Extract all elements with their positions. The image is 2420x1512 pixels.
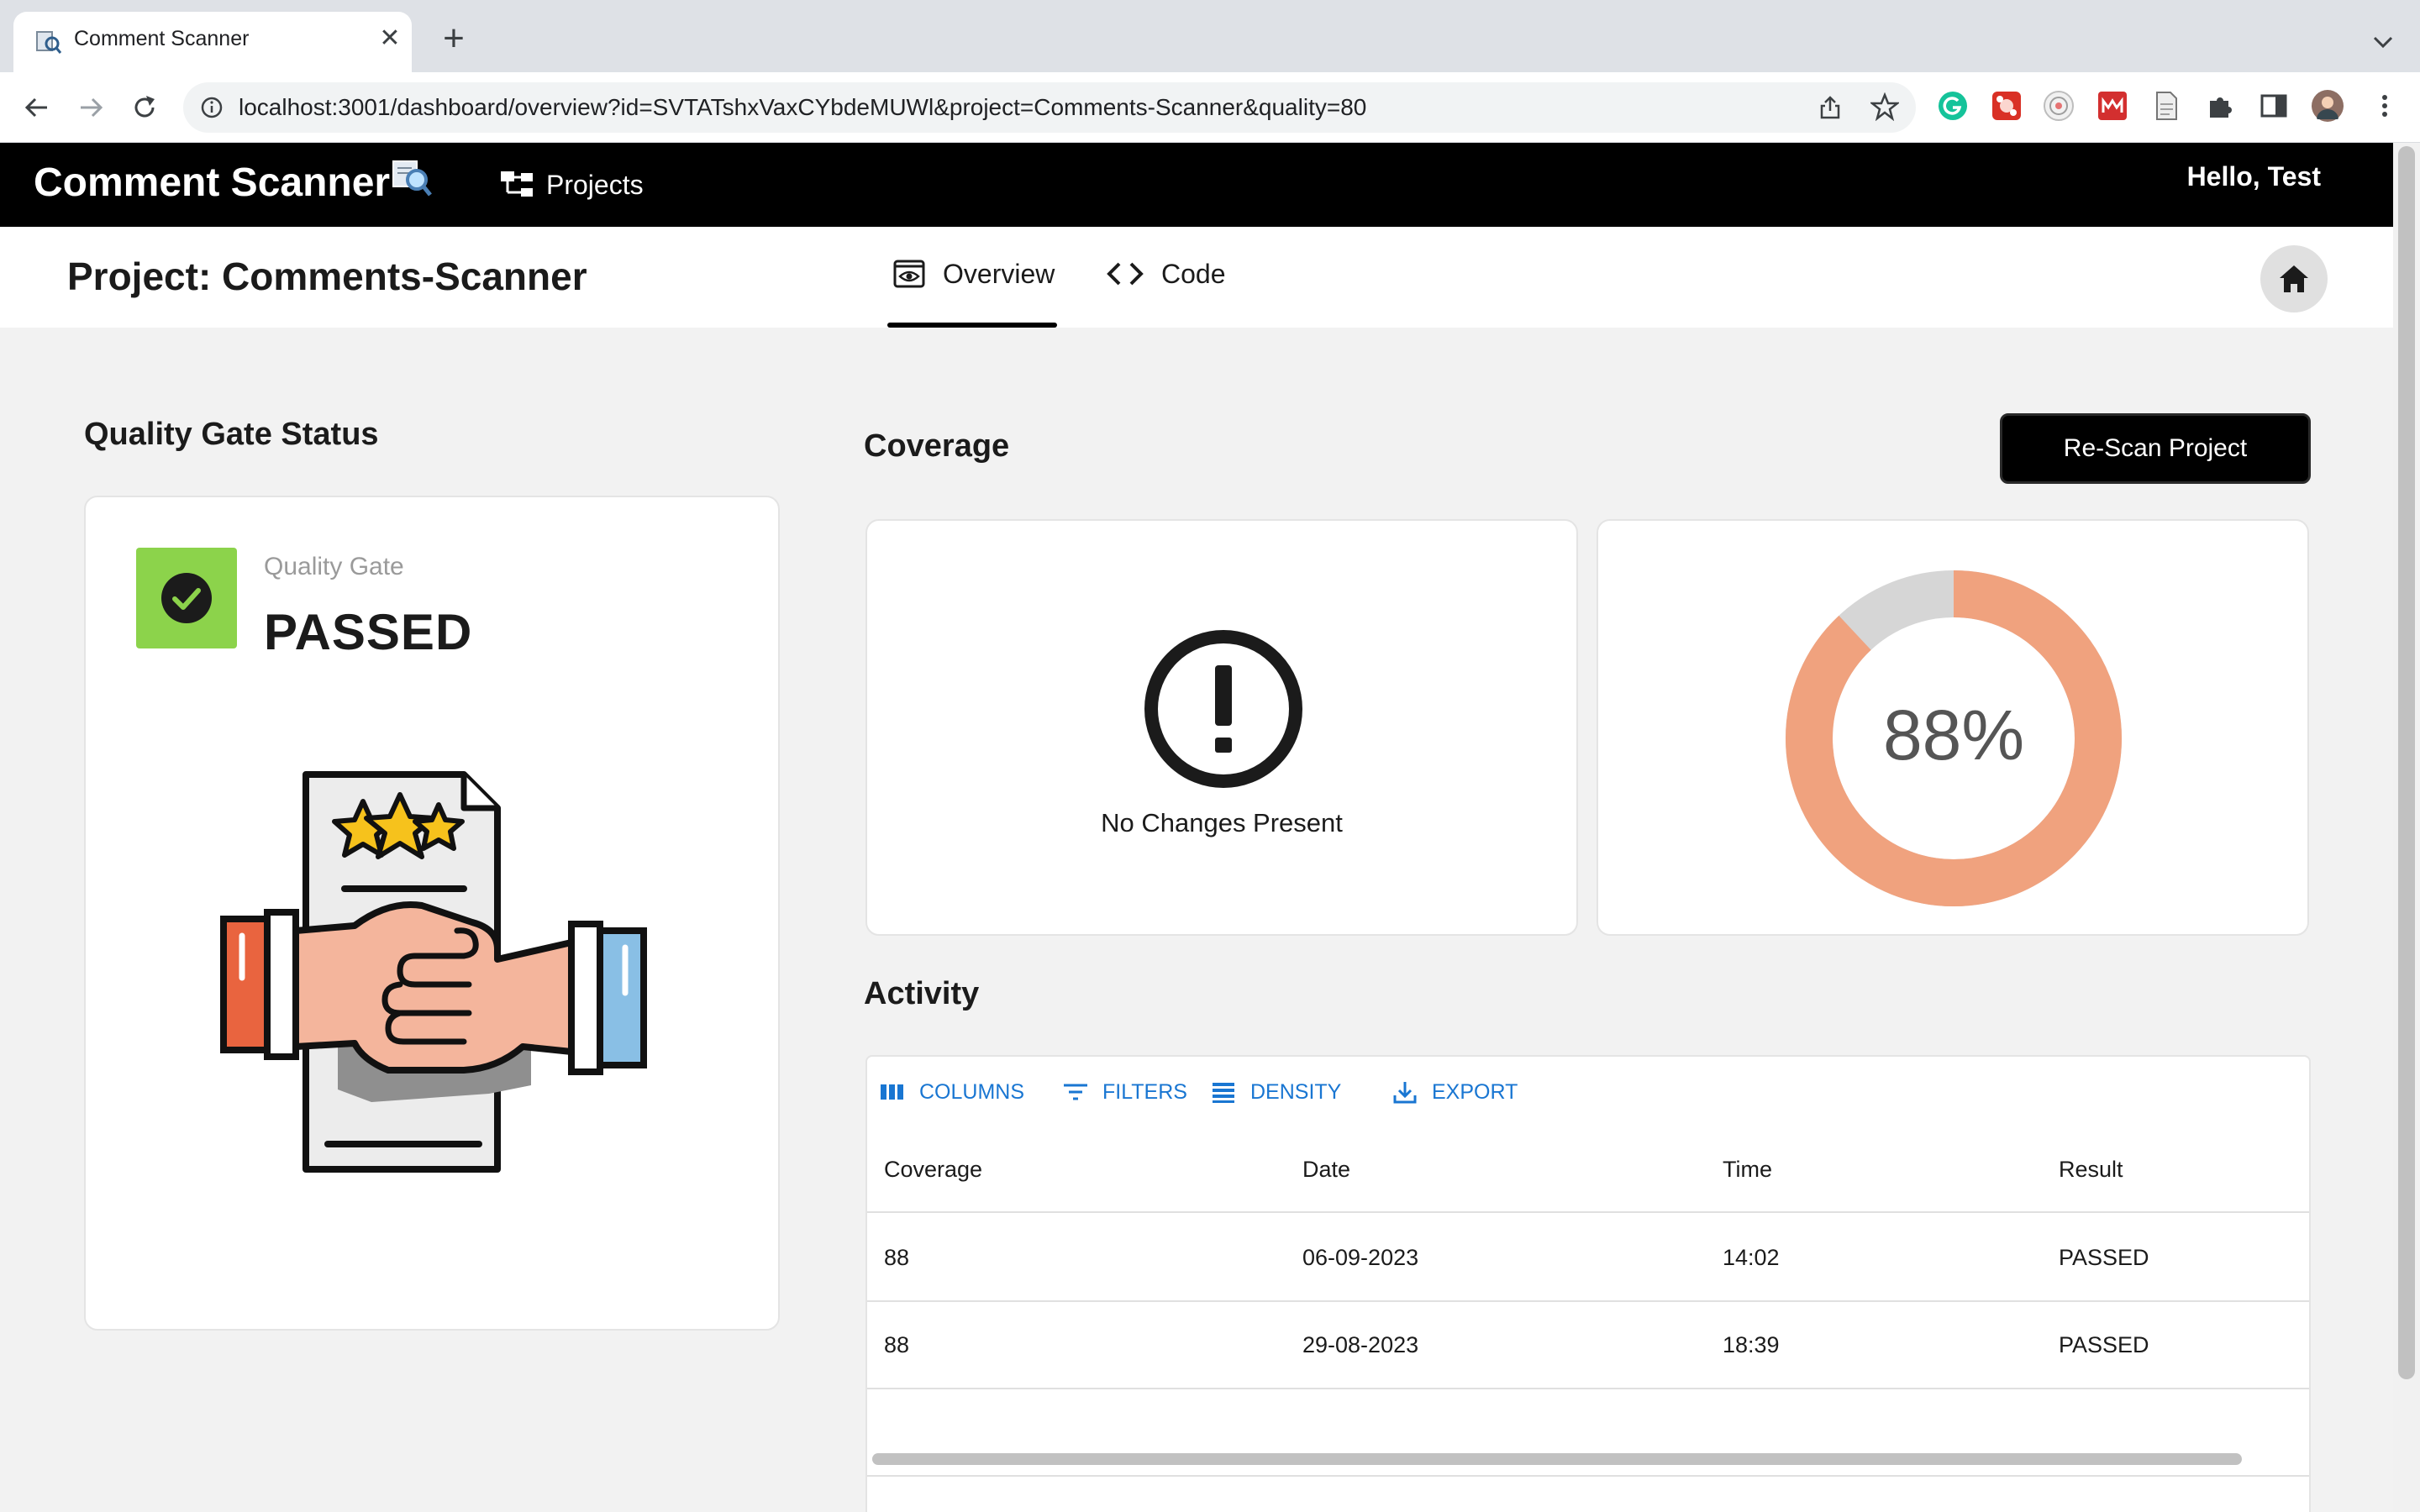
cell-date: 29-08-2023 [1302,1331,1419,1357]
cell-result: PASSED [2059,1331,2149,1357]
coverage-donut-chart: 88% [1786,570,2122,906]
column-header-result[interactable]: Result [2059,1127,2123,1211]
no-changes-text: No Changes Present [1101,808,1343,837]
cell-time: 14:02 [1723,1244,1780,1270]
changes-card: No Changes Present [865,519,1578,936]
quality-gate-label: Quality Gate [264,553,404,580]
coverage-card: 88% [1597,519,2309,936]
activity-heading: Activity [864,976,980,1011]
brand-logo-text[interactable]: Comment Scanner [34,160,390,206]
check-circle-icon [161,573,212,623]
page-scrollbar-thumb[interactable] [2398,146,2415,1379]
cell-coverage: 88 [884,1244,910,1270]
browser-tabstrip: Comment Scanner ✕ + [0,0,2420,72]
tab-overview[interactable]: Overview [887,227,1057,328]
quality-gate-heading: Quality Gate Status [84,417,379,452]
tab-code-label: Code [1161,259,1226,289]
filter-lines-icon [1064,1084,1087,1100]
home-button[interactable] [2260,245,2328,312]
magnifier-favicon-icon [36,31,62,54]
quality-gate-badge [136,548,237,648]
density-label: DENSITY [1250,1080,1342,1104]
quality-gate-card: Quality Gate PASSED [84,496,780,1331]
address-bar[interactable]: localhost:3001/dashboard/overview?id=SVT… [183,82,1916,133]
code-brackets-icon [1107,262,1144,286]
export-button[interactable]: EXPORT [1392,1074,1526,1110]
browser-tab[interactable]: Comment Scanner ✕ [13,12,412,72]
download-icon [1393,1082,1417,1104]
export-label: EXPORT [1432,1080,1518,1104]
cell-time: 18:39 [1723,1331,1780,1357]
eye-box-icon [893,260,925,288]
filters-label: FILTERS [1102,1080,1187,1104]
exclamation-circle-icon [1144,630,1302,788]
new-tab-icon[interactable]: + [434,20,474,60]
app-header: Comment Scanner Projects Hello, Test [0,143,2393,227]
sidepanel-icon[interactable] [2257,89,2291,123]
density-icon [1213,1083,1234,1103]
columns-icon [881,1084,903,1100]
forward-arrow-icon[interactable] [72,89,109,126]
red-extension-icon[interactable] [1990,89,2023,123]
share-icon[interactable] [1817,94,1844,121]
page-scrollbar-track[interactable] [2393,143,2420,1512]
user-greeting[interactable]: Hello, Test [2187,161,2321,192]
project-subheader: Project: Comments-Scanner Overview Code [0,227,2393,328]
grid-footer-divider [867,1475,2309,1477]
target-extension-icon[interactable] [2042,89,2075,123]
nav-projects-label: Projects [546,170,644,200]
hierarchy-icon [501,171,533,197]
tab-code[interactable]: Code [1106,227,1240,328]
table-header: Coverage Date Time Result [867,1127,2309,1213]
tab-overview-label: Overview [943,259,1055,289]
grammarly-icon[interactable] [1936,89,1970,123]
home-icon [2280,265,2308,292]
browser-menu-icon[interactable] [2368,89,2402,123]
url-text[interactable]: localhost:3001/dashboard/overview?id=SVT… [239,94,1366,121]
puzzle-icon[interactable] [2203,89,2237,123]
table-row[interactable]: 88 29-08-2023 18:39 PASSED [867,1302,2309,1389]
tab-search-chevron-icon[interactable] [2366,25,2400,59]
cell-result: PASSED [2059,1244,2149,1270]
bookmark-star-icon[interactable] [1870,92,1899,121]
activity-table: COLUMNS FILTERS DENSITY EXPORT Coverage … [865,1055,2311,1512]
horizontal-scrollbar[interactable] [872,1453,2242,1465]
site-info-icon[interactable] [200,96,224,119]
scanner-magnifier-icon [392,160,432,197]
cell-coverage: 88 [884,1331,910,1357]
coverage-heading: Coverage [864,428,1010,464]
profile-avatar[interactable] [2311,89,2344,123]
columns-button[interactable]: COLUMNS [879,1074,1035,1110]
back-arrow-icon[interactable] [18,89,55,126]
tab-title: Comment Scanner [74,27,250,50]
coverage-percent: 88% [1883,696,2024,774]
columns-label: COLUMNS [919,1080,1025,1104]
density-button[interactable]: DENSITY [1210,1074,1353,1110]
filters-button[interactable]: FILTERS [1062,1074,1202,1110]
quality-gate-status: PASSED [264,604,473,660]
active-tab-indicator [887,323,1057,328]
tab-close-icon[interactable]: ✕ [373,22,407,55]
cell-date: 06-09-2023 [1302,1244,1419,1270]
page-title: Project: Comments-Scanner [67,255,587,298]
column-header-coverage[interactable]: Coverage [884,1127,982,1211]
rescan-project-button[interactable]: Re-Scan Project [2000,413,2311,484]
column-header-time[interactable]: Time [1723,1127,1772,1211]
column-header-date[interactable]: Date [1302,1127,1350,1211]
mendeley-icon[interactable] [2096,89,2129,123]
handshake-agreement-illustration [220,771,647,1173]
reload-icon[interactable] [126,89,163,126]
table-row[interactable]: 88 06-09-2023 14:02 PASSED [867,1215,2309,1302]
document-icon[interactable] [2149,89,2183,123]
